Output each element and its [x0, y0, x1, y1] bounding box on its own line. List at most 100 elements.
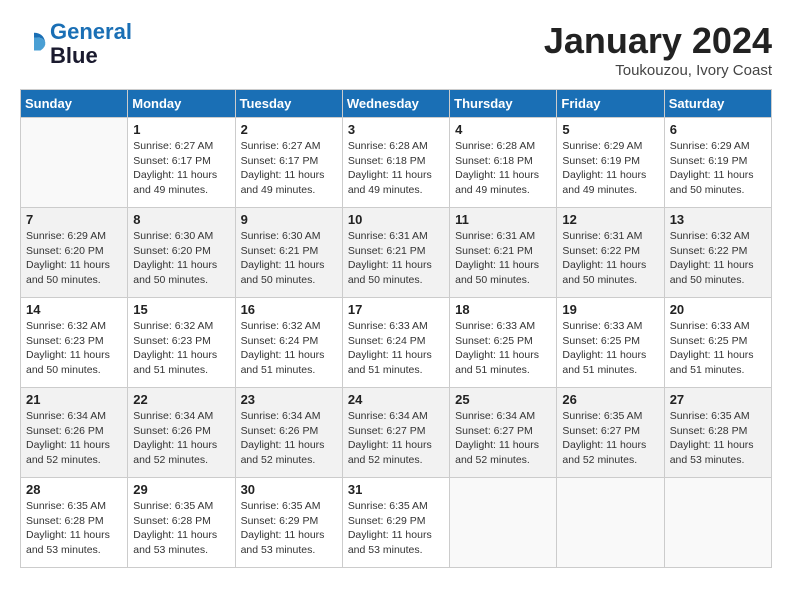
day-info: Sunrise: 6:34 AM Sunset: 6:26 PM Dayligh…: [241, 409, 337, 468]
day-number: 12: [562, 212, 658, 227]
calendar-header-row: SundayMondayTuesdayWednesdayThursdayFrid…: [21, 90, 772, 118]
day-number: 3: [348, 122, 444, 137]
weekday-header: Sunday: [21, 90, 128, 118]
calendar-week-row: 7 Sunrise: 6:29 AM Sunset: 6:20 PM Daylig…: [21, 208, 772, 298]
calendar-cell: 30 Sunrise: 6:35 AM Sunset: 6:29 PM Dayli…: [235, 478, 342, 568]
title-block: January 2024 Toukouzou, Ivory Coast: [544, 20, 772, 79]
calendar-cell: 27 Sunrise: 6:35 AM Sunset: 6:28 PM Dayli…: [664, 388, 771, 478]
day-number: 14: [26, 302, 122, 317]
day-info: Sunrise: 6:32 AM Sunset: 6:23 PM Dayligh…: [26, 319, 122, 378]
day-info: Sunrise: 6:32 AM Sunset: 6:22 PM Dayligh…: [670, 229, 766, 288]
calendar-cell: 28 Sunrise: 6:35 AM Sunset: 6:28 PM Dayli…: [21, 478, 128, 568]
calendar-cell: [450, 478, 557, 568]
day-info: Sunrise: 6:34 AM Sunset: 6:26 PM Dayligh…: [133, 409, 229, 468]
logo-icon: [20, 30, 48, 58]
calendar-cell: 5 Sunrise: 6:29 AM Sunset: 6:19 PM Daylig…: [557, 118, 664, 208]
day-info: Sunrise: 6:31 AM Sunset: 6:21 PM Dayligh…: [348, 229, 444, 288]
calendar-cell: 12 Sunrise: 6:31 AM Sunset: 6:22 PM Dayli…: [557, 208, 664, 298]
day-info: Sunrise: 6:34 AM Sunset: 6:27 PM Dayligh…: [348, 409, 444, 468]
day-number: 13: [670, 212, 766, 227]
day-info: Sunrise: 6:35 AM Sunset: 6:28 PM Dayligh…: [670, 409, 766, 468]
calendar-cell: 26 Sunrise: 6:35 AM Sunset: 6:27 PM Dayli…: [557, 388, 664, 478]
day-number: 20: [670, 302, 766, 317]
day-number: 10: [348, 212, 444, 227]
day-number: 27: [670, 392, 766, 407]
day-number: 30: [241, 482, 337, 497]
day-number: 17: [348, 302, 444, 317]
day-number: 1: [133, 122, 229, 137]
calendar-cell: 7 Sunrise: 6:29 AM Sunset: 6:20 PM Daylig…: [21, 208, 128, 298]
calendar-cell: [557, 478, 664, 568]
logo-line1: General: [50, 19, 132, 44]
calendar-cell: 16 Sunrise: 6:32 AM Sunset: 6:24 PM Dayli…: [235, 298, 342, 388]
day-number: 26: [562, 392, 658, 407]
calendar-cell: 13 Sunrise: 6:32 AM Sunset: 6:22 PM Dayli…: [664, 208, 771, 298]
day-info: Sunrise: 6:31 AM Sunset: 6:22 PM Dayligh…: [562, 229, 658, 288]
calendar-cell: 18Sunrise: 6:33 AM Sunset: 6:25 PM Dayli…: [450, 298, 557, 388]
calendar-week-row: 28 Sunrise: 6:35 AM Sunset: 6:28 PM Dayli…: [21, 478, 772, 568]
day-number: 21: [26, 392, 122, 407]
day-info: Sunrise: 6:34 AM Sunset: 6:26 PM Dayligh…: [26, 409, 122, 468]
day-number: 28: [26, 482, 122, 497]
calendar-cell: 1 Sunrise: 6:27 AM Sunset: 6:17 PM Daylig…: [128, 118, 235, 208]
weekday-header: Friday: [557, 90, 664, 118]
day-number: 7: [26, 212, 122, 227]
calendar-week-row: 21 Sunrise: 6:34 AM Sunset: 6:26 PM Dayli…: [21, 388, 772, 478]
day-number: 22: [133, 392, 229, 407]
day-number: 24: [348, 392, 444, 407]
day-info: Sunrise: 6:34 AM Sunset: 6:27 PM Dayligh…: [455, 409, 551, 468]
day-info: Sunrise: 6:27 AM Sunset: 6:17 PM Dayligh…: [241, 139, 337, 198]
calendar-cell: 2 Sunrise: 6:27 AM Sunset: 6:17 PM Daylig…: [235, 118, 342, 208]
day-info: Sunrise: 6:28 AM Sunset: 6:18 PM Dayligh…: [455, 139, 551, 198]
logo-text: General Blue: [50, 20, 132, 68]
weekday-header: Monday: [128, 90, 235, 118]
weekday-header: Saturday: [664, 90, 771, 118]
day-info: Sunrise: 6:29 AM Sunset: 6:19 PM Dayligh…: [670, 139, 766, 198]
calendar-cell: 17Sunrise: 6:33 AM Sunset: 6:24 PM Dayli…: [342, 298, 449, 388]
calendar-cell: 6 Sunrise: 6:29 AM Sunset: 6:19 PM Daylig…: [664, 118, 771, 208]
weekday-header: Thursday: [450, 90, 557, 118]
location-subtitle: Toukouzou, Ivory Coast: [544, 62, 772, 79]
calendar-cell: 11Sunrise: 6:31 AM Sunset: 6:21 PM Dayli…: [450, 208, 557, 298]
calendar-cell: 25Sunrise: 6:34 AM Sunset: 6:27 PM Dayli…: [450, 388, 557, 478]
day-info: Sunrise: 6:35 AM Sunset: 6:27 PM Dayligh…: [562, 409, 658, 468]
day-info: Sunrise: 6:30 AM Sunset: 6:21 PM Dayligh…: [241, 229, 337, 288]
day-info: Sunrise: 6:35 AM Sunset: 6:28 PM Dayligh…: [133, 499, 229, 558]
calendar-cell: [21, 118, 128, 208]
calendar-cell: 3 Sunrise: 6:28 AM Sunset: 6:18 PM Daylig…: [342, 118, 449, 208]
weekday-header: Wednesday: [342, 90, 449, 118]
day-number: 5: [562, 122, 658, 137]
logo: General Blue: [20, 20, 132, 68]
day-number: 16: [241, 302, 337, 317]
day-number: 6: [670, 122, 766, 137]
day-info: Sunrise: 6:31 AM Sunset: 6:21 PM Dayligh…: [455, 229, 551, 288]
day-number: 9: [241, 212, 337, 227]
day-info: Sunrise: 6:33 AM Sunset: 6:25 PM Dayligh…: [455, 319, 551, 378]
calendar-cell: 8Sunrise: 6:30 AM Sunset: 6:20 PM Daylig…: [128, 208, 235, 298]
day-info: Sunrise: 6:30 AM Sunset: 6:20 PM Dayligh…: [133, 229, 229, 288]
calendar-cell: 24 Sunrise: 6:34 AM Sunset: 6:27 PM Dayli…: [342, 388, 449, 478]
day-number: 31: [348, 482, 444, 497]
calendar-week-row: 14 Sunrise: 6:32 AM Sunset: 6:23 PM Dayli…: [21, 298, 772, 388]
day-info: Sunrise: 6:29 AM Sunset: 6:19 PM Dayligh…: [562, 139, 658, 198]
day-info: Sunrise: 6:33 AM Sunset: 6:25 PM Dayligh…: [670, 319, 766, 378]
day-info: Sunrise: 6:28 AM Sunset: 6:18 PM Dayligh…: [348, 139, 444, 198]
day-number: 29: [133, 482, 229, 497]
calendar-cell: 15Sunrise: 6:32 AM Sunset: 6:23 PM Dayli…: [128, 298, 235, 388]
calendar-cell: 29 Sunrise: 6:35 AM Sunset: 6:28 PM Dayli…: [128, 478, 235, 568]
calendar-cell: [664, 478, 771, 568]
day-info: Sunrise: 6:35 AM Sunset: 6:29 PM Dayligh…: [348, 499, 444, 558]
calendar-cell: 20 Sunrise: 6:33 AM Sunset: 6:25 PM Dayli…: [664, 298, 771, 388]
day-info: Sunrise: 6:27 AM Sunset: 6:17 PM Dayligh…: [133, 139, 229, 198]
calendar-cell: 9 Sunrise: 6:30 AM Sunset: 6:21 PM Daylig…: [235, 208, 342, 298]
calendar-cell: 14 Sunrise: 6:32 AM Sunset: 6:23 PM Dayli…: [21, 298, 128, 388]
day-number: 19: [562, 302, 658, 317]
calendar-cell: 19Sunrise: 6:33 AM Sunset: 6:25 PM Dayli…: [557, 298, 664, 388]
day-info: Sunrise: 6:29 AM Sunset: 6:20 PM Dayligh…: [26, 229, 122, 288]
calendar-cell: 10 Sunrise: 6:31 AM Sunset: 6:21 PM Dayli…: [342, 208, 449, 298]
day-number: 2: [241, 122, 337, 137]
day-info: Sunrise: 6:32 AM Sunset: 6:24 PM Dayligh…: [241, 319, 337, 378]
day-info: Sunrise: 6:35 AM Sunset: 6:29 PM Dayligh…: [241, 499, 337, 558]
day-info: Sunrise: 6:35 AM Sunset: 6:28 PM Dayligh…: [26, 499, 122, 558]
calendar-cell: 31 Sunrise: 6:35 AM Sunset: 6:29 PM Dayli…: [342, 478, 449, 568]
